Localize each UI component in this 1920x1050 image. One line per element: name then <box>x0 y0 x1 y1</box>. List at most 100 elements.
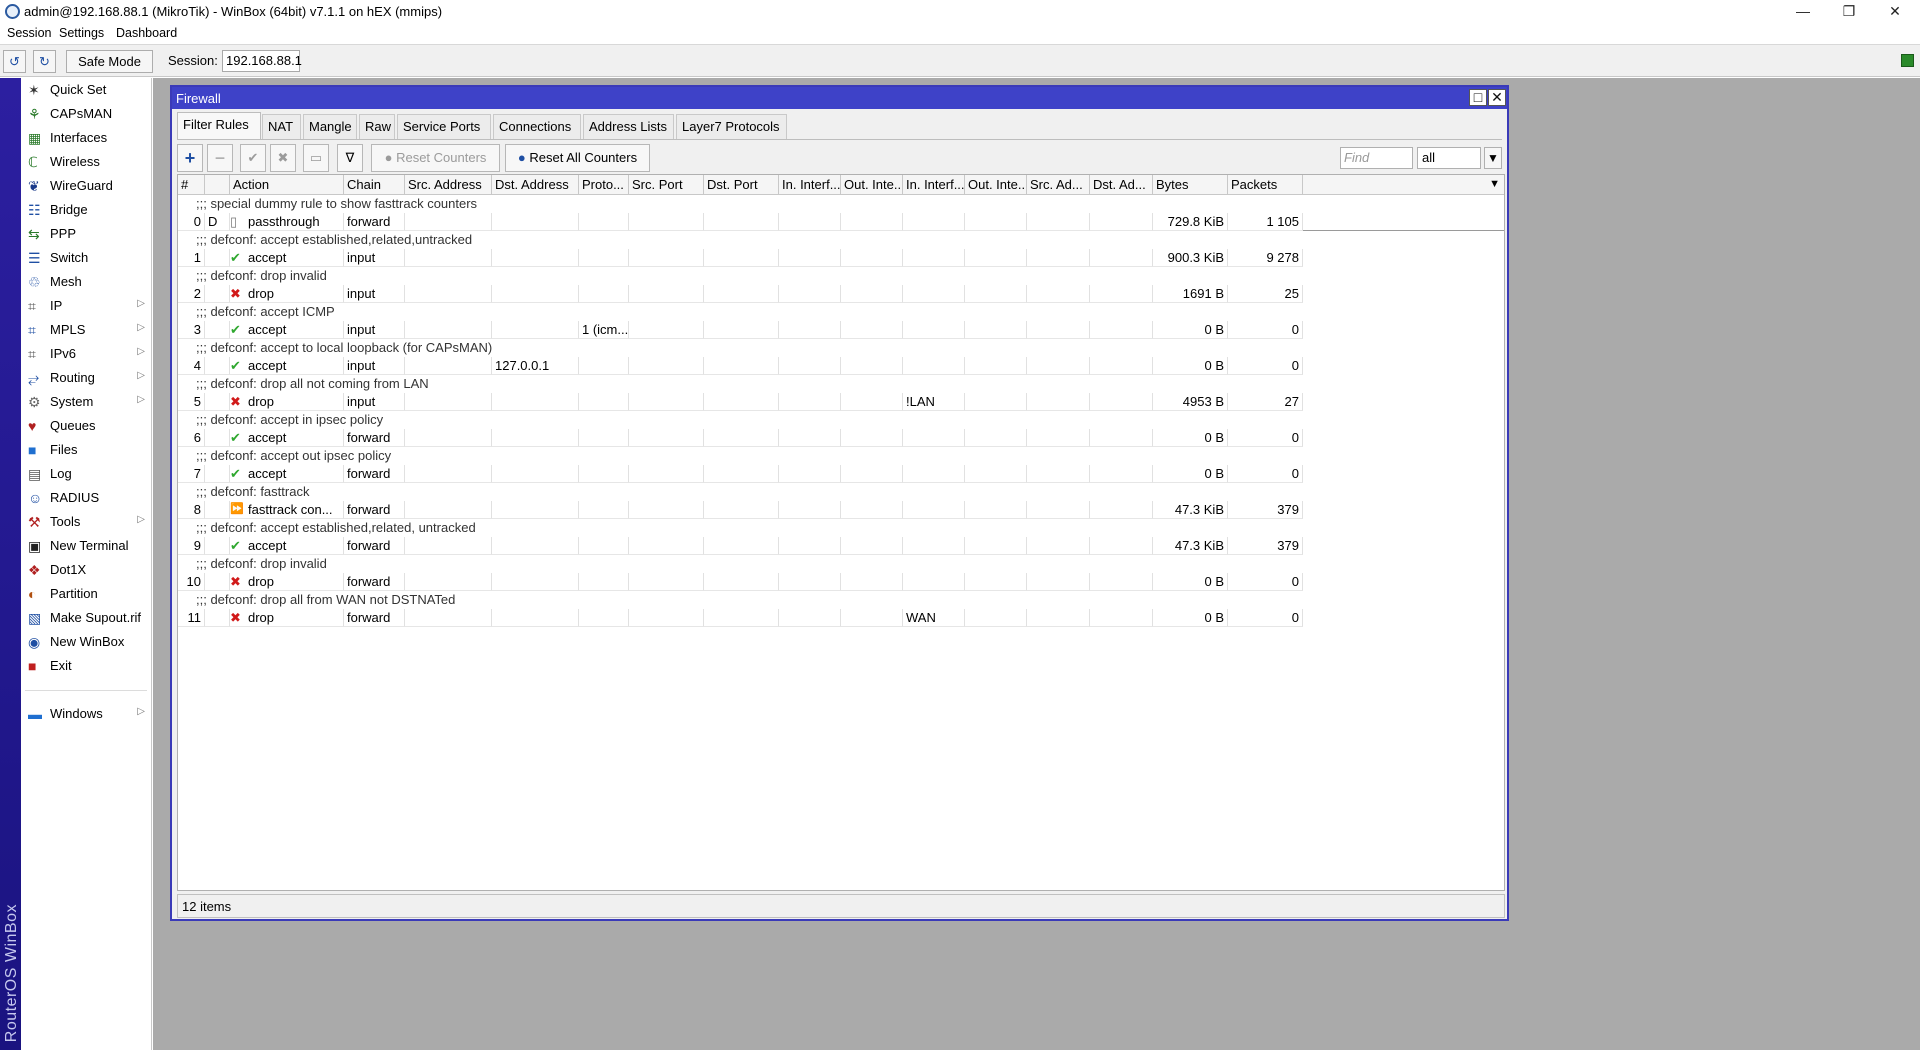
column-header-11[interactable]: In. Interf... <box>903 175 965 195</box>
sidebar-item-log[interactable]: ▤ Log <box>21 462 151 486</box>
sidebar-item-mesh[interactable]: ♲ Mesh <box>21 270 151 294</box>
table-row[interactable]: 5 ✖ drop input !LAN 4953 B 27 <box>178 393 1504 411</box>
column-header-9[interactable]: In. Interf... <box>779 175 841 195</box>
column-header-6[interactable]: Proto... <box>579 175 629 195</box>
column-header-8[interactable]: Dst. Port <box>704 175 779 195</box>
menu-settings[interactable]: Settings <box>59 26 104 40</box>
column-header-3[interactable]: Chain <box>344 175 405 195</box>
tab-filter-rules[interactable]: Filter Rules <box>177 112 261 139</box>
close-icon[interactable]: ✕ <box>1872 0 1918 24</box>
filter-select[interactable]: all <box>1417 147 1481 169</box>
column-header-13[interactable]: Src. Ad... <box>1027 175 1090 195</box>
reset-all-counters-button[interactable]: ● Reset All Counters <box>505 144 650 172</box>
tab-mangle[interactable]: Mangle <box>303 114 357 139</box>
column-header-12[interactable]: Out. Inte... <box>965 175 1027 195</box>
table-row[interactable]: 0 D ▯ passthrough forward 729.8 KiB 1 105 <box>178 213 1504 231</box>
comment-row[interactable]: ;;; defconf: accept established,related,… <box>178 231 1504 249</box>
sidebar-item-ppp[interactable]: ⇆ PPP <box>21 222 151 246</box>
comment-row[interactable]: ;;; defconf: accept to local loopback (f… <box>178 339 1504 357</box>
column-header-0[interactable]: # <box>178 175 205 195</box>
table-row[interactable]: 11 ✖ drop forward WAN 0 B0 <box>178 609 1504 627</box>
sidebar-item-system[interactable]: ⚙ System ▷ <box>21 390 151 414</box>
comment-row[interactable]: ;;; defconf: accept established,related,… <box>178 519 1504 537</box>
sidebar-item-ip[interactable]: ⌗ IP ▷ <box>21 294 151 318</box>
sidebar-item-bridge[interactable]: ☷ Bridge <box>21 198 151 222</box>
table-row[interactable]: 2 ✖ drop input 1691 B 25 <box>178 285 1504 303</box>
add-button[interactable]: + <box>177 144 203 172</box>
maximize-icon[interactable]: □ <box>1469 89 1487 106</box>
sidebar-item-exit[interactable]: ■ Exit <box>21 654 151 678</box>
redo-button[interactable]: ↻ <box>33 50 56 73</box>
remove-button[interactable]: − <box>207 144 233 172</box>
sidebar-item-wireless[interactable]: ℂ Wireless <box>21 150 151 174</box>
column-header-5[interactable]: Dst. Address <box>492 175 579 195</box>
tab-address-lists[interactable]: Address Lists <box>583 114 674 139</box>
sidebar-item-ipv6[interactable]: ⌗ IPv6 ▷ <box>21 342 151 366</box>
column-header-1[interactable] <box>205 175 230 195</box>
sidebar-item-mpls[interactable]: ⌗ MPLS ▷ <box>21 318 151 342</box>
tab-raw[interactable]: Raw <box>359 114 395 139</box>
table-row[interactable]: 6 ✔ accept forward 0 B0 <box>178 429 1504 447</box>
comment-button[interactable]: ▭ <box>303 144 329 172</box>
sidebar-item-routing[interactable]: ⥂ Routing ▷ <box>21 366 151 390</box>
minimize-icon[interactable]: — <box>1780 0 1826 24</box>
comment-row[interactable]: ;;; special dummy rule to show fasttrack… <box>178 195 1504 213</box>
comment-row[interactable]: ;;; defconf: accept ICMP <box>178 303 1504 321</box>
filter-button[interactable]: ∇ <box>337 144 363 172</box>
table-row[interactable]: 1 ✔ accept input 900.3 KiB 9 278 <box>178 249 1504 267</box>
comment-row[interactable]: ;;; defconf: accept in ipsec policy <box>178 411 1504 429</box>
tab-layer7-protocols[interactable]: Layer7 Protocols <box>676 114 787 139</box>
disable-button[interactable]: ✖ <box>270 144 296 172</box>
comment-row[interactable]: ;;; defconf: drop invalid <box>178 555 1504 573</box>
safe-mode-button[interactable]: Safe Mode <box>66 50 153 73</box>
column-header-16[interactable]: Packets <box>1228 175 1303 195</box>
dropdown-arrow-icon[interactable]: ▼ <box>1484 147 1502 169</box>
comment-row[interactable]: ;;; defconf: drop invalid <box>178 267 1504 285</box>
table-row[interactable]: 3 ✔ accept input 1 (icm... 0 B0 <box>178 321 1504 339</box>
session-field[interactable]: 192.168.88.1 <box>222 50 302 72</box>
sidebar-item-interfaces[interactable]: ▦ Interfaces <box>21 126 151 150</box>
sidebar-item-new-winbox[interactable]: ◉ New WinBox <box>21 630 151 654</box>
tab-service-ports[interactable]: Service Ports <box>397 114 491 139</box>
enable-button[interactable]: ✔ <box>240 144 266 172</box>
sidebar-item-switch[interactable]: ☰ Switch <box>21 246 151 270</box>
table-row[interactable]: 9 ✔ accept forward 47.3 KiB 379 <box>178 537 1504 555</box>
tab-connections[interactable]: Connections <box>493 114 581 139</box>
sidebar-item-make-supout-rif[interactable]: ▧ Make Supout.rif <box>21 606 151 630</box>
sidebar-item-wireguard[interactable]: ❦ WireGuard <box>21 174 151 198</box>
comment-row[interactable]: ;;; defconf: fasttrack <box>178 483 1504 501</box>
column-header-15[interactable]: Bytes <box>1153 175 1228 195</box>
table-row[interactable]: 10 ✖ drop forward 0 B0 <box>178 573 1504 591</box>
column-header-4[interactable]: Src. Address <box>405 175 492 195</box>
sidebar-item-tools[interactable]: ⚒ Tools ▷ <box>21 510 151 534</box>
sidebar-item-capsman[interactable]: ⚘ CAPsMAN <box>21 102 151 126</box>
comment-row[interactable]: ;;; defconf: accept out ipsec policy <box>178 447 1504 465</box>
column-header-2[interactable]: Action <box>230 175 344 195</box>
comment-row[interactable]: ;;; defconf: drop all from WAN not DSTNA… <box>178 591 1504 609</box>
reset-counters-button[interactable]: ● Reset Counters <box>371 144 500 172</box>
column-header-10[interactable]: Out. Inte... <box>841 175 903 195</box>
undo-button[interactable]: ↺ <box>3 50 26 73</box>
sidebar-item-new-terminal[interactable]: ▣ New Terminal <box>21 534 151 558</box>
sidebar-item-quick-set[interactable]: ✶ Quick Set <box>21 78 151 102</box>
table-row[interactable]: 7 ✔ accept forward 0 B0 <box>178 465 1504 483</box>
menu-session[interactable]: Session <box>7 26 51 40</box>
column-header-14[interactable]: Dst. Ad... <box>1090 175 1153 195</box>
sidebar-item-windows[interactable]: ▬ Windows ▷ <box>21 702 151 726</box>
tab-nat[interactable]: NAT <box>262 114 301 139</box>
comment-row[interactable]: ;;; defconf: drop all not coming from LA… <box>178 375 1504 393</box>
table-row[interactable]: 4 ✔ accept input 127.0.0.1 0 B0 <box>178 357 1504 375</box>
column-menu-icon[interactable]: ▼ <box>1489 178 1500 190</box>
sidebar-item-queues[interactable]: ♥ Queues <box>21 414 151 438</box>
table-row[interactable]: 8 ⏩ fasttrack con... forward 47.3 KiB 379 <box>178 501 1504 519</box>
sidebar-item-partition[interactable]: ◐ Partition <box>21 582 151 606</box>
firewall-titlebar[interactable]: Firewall □ ✕ <box>172 87 1507 109</box>
menu-dashboard[interactable]: Dashboard <box>116 26 177 40</box>
sidebar-item-files[interactable]: ■ Files <box>21 438 151 462</box>
restore-icon[interactable]: ❐ <box>1826 0 1872 24</box>
column-header-7[interactable]: Src. Port <box>629 175 704 195</box>
sidebar-item-radius[interactable]: ☺ RADIUS <box>21 486 151 510</box>
window-close-icon[interactable]: ✕ <box>1488 89 1506 106</box>
find-input[interactable]: Find <box>1340 147 1413 169</box>
sidebar-item-dot1x[interactable]: ❖ Dot1X <box>21 558 151 582</box>
